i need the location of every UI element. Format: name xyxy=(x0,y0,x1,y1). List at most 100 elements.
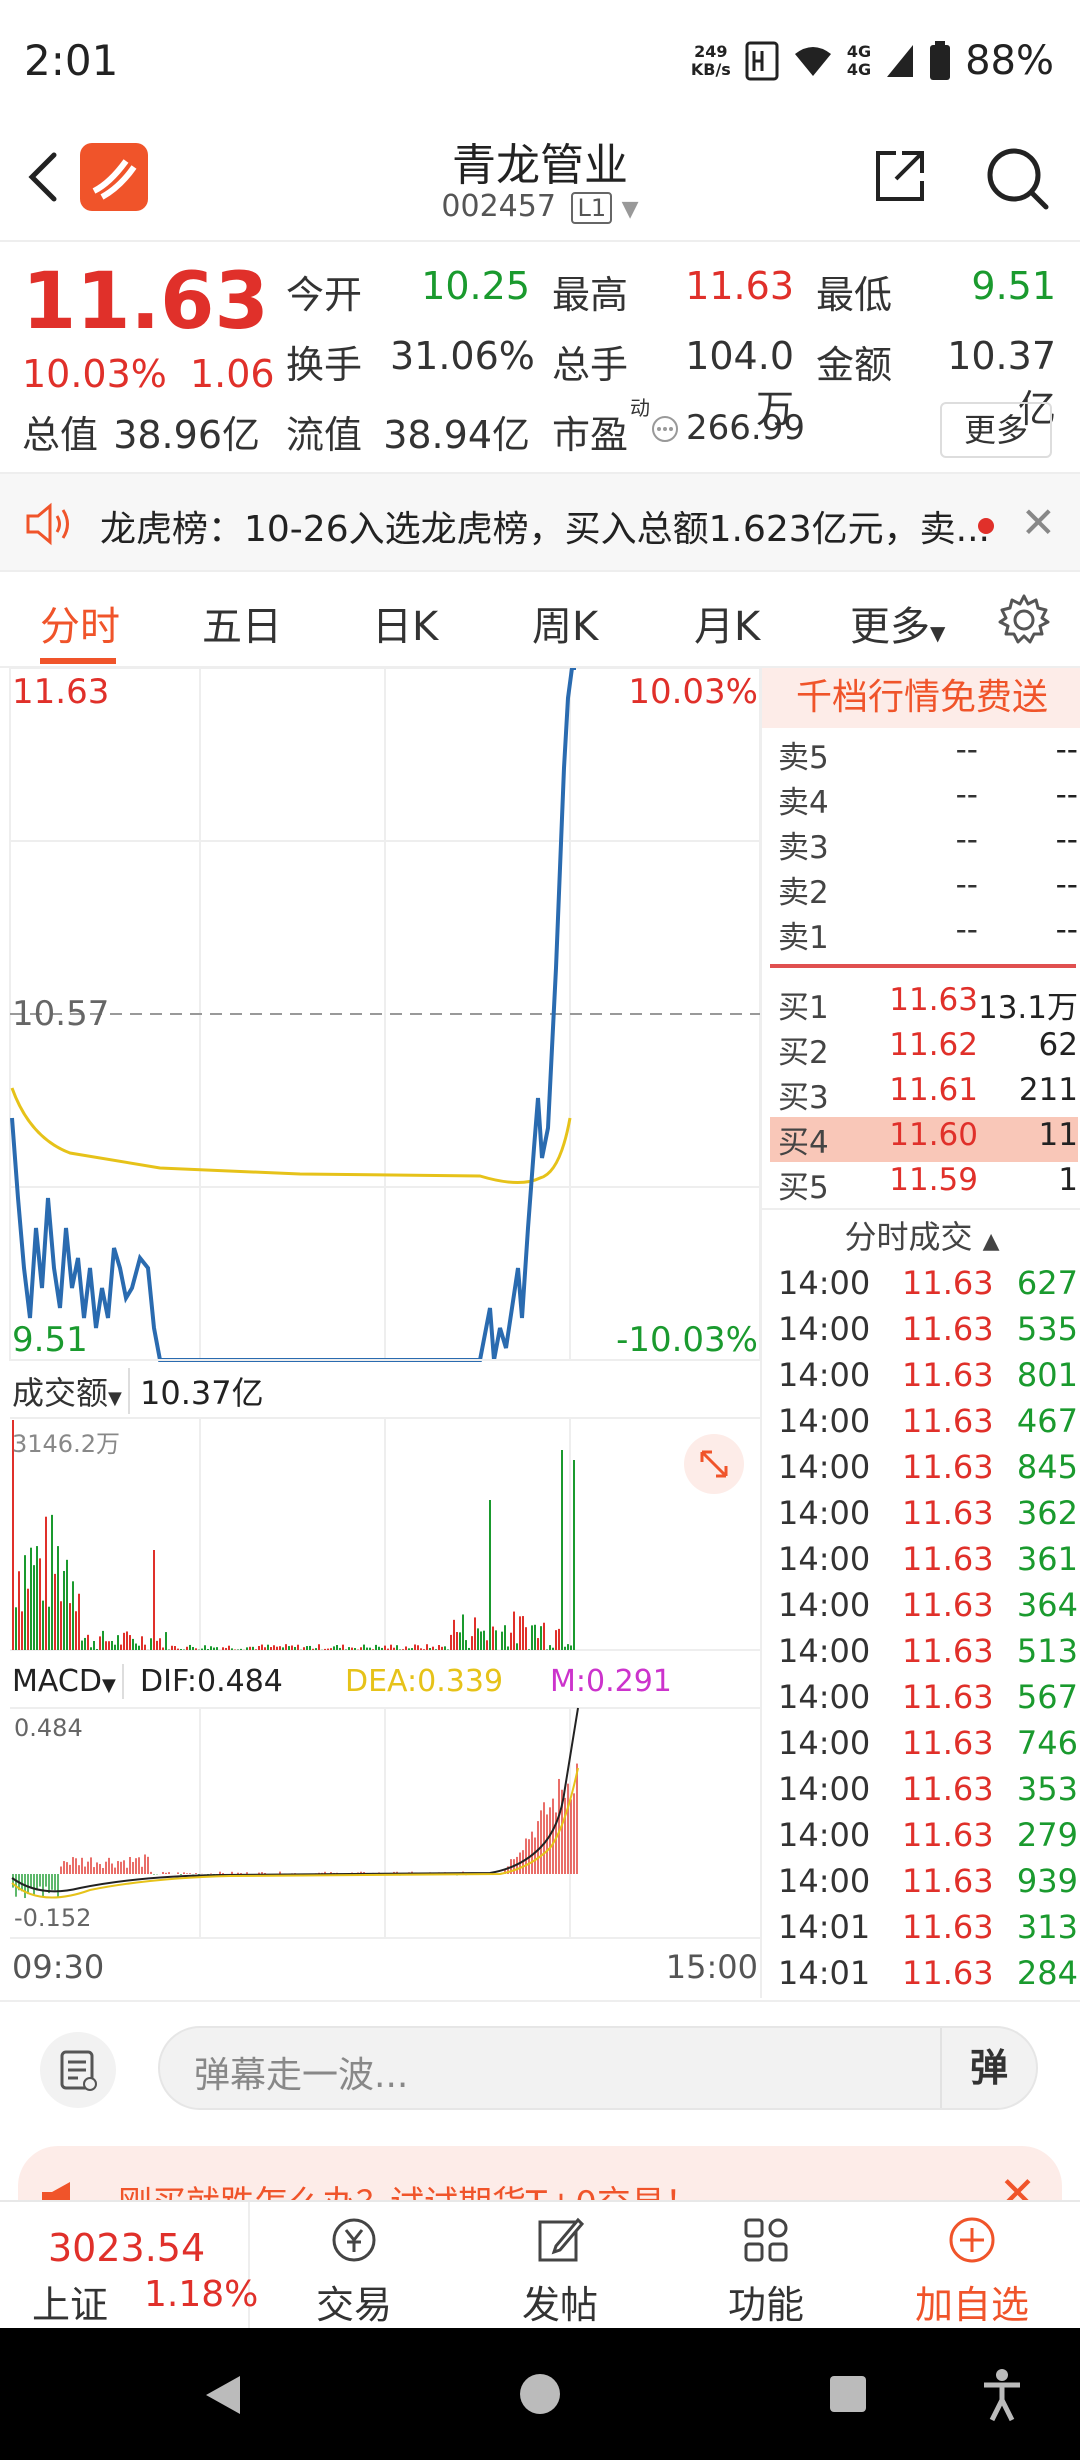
macd-bar xyxy=(90,1857,92,1874)
volume-bar xyxy=(288,1646,290,1650)
net-speed: 249 KB/s xyxy=(690,42,731,79)
volume-bar xyxy=(570,1645,572,1650)
volume-bar xyxy=(228,1645,230,1650)
volume-bar xyxy=(522,1616,524,1650)
macd-bar xyxy=(231,1871,233,1874)
volume-bar xyxy=(15,1607,17,1650)
index-ticker[interactable]: 3023.54 上证 1.18% xyxy=(0,2202,258,2328)
notice-bar[interactable]: 龙虎榜：10-26入选龙虎榜，买入总额1.623亿元，卖... ✕ xyxy=(0,472,1080,572)
average-price-line xyxy=(10,1087,572,1184)
turnover-value: 31.06% xyxy=(390,334,535,378)
volume-bar xyxy=(105,1641,107,1650)
nav-trade[interactable]: 交易 xyxy=(254,2202,454,2328)
macd-bar xyxy=(141,1866,143,1874)
level-badge[interactable]: L1 xyxy=(571,192,613,224)
macd-selector[interactable]: MACD▼ xyxy=(12,1664,124,1699)
volume-bar xyxy=(225,1647,227,1650)
recents-square-icon[interactable] xyxy=(828,2374,868,2414)
close-icon[interactable]: ✕ xyxy=(1021,498,1056,547)
nav-add-watchlist[interactable]: 加自选 xyxy=(872,2202,1072,2328)
macd-bar xyxy=(129,1856,131,1874)
volume-bar xyxy=(210,1646,212,1650)
volume-bar xyxy=(513,1611,515,1650)
nav-functions[interactable]: 功能 xyxy=(666,2202,866,2328)
macd-bar xyxy=(564,1797,566,1874)
accessibility-icon[interactable] xyxy=(980,2368,1024,2422)
share-icon[interactable] xyxy=(870,147,930,207)
volume-bar xyxy=(174,1646,176,1650)
macd-bar xyxy=(102,1867,104,1874)
tab-five-day[interactable]: 五日 xyxy=(202,594,282,652)
volume-bar xyxy=(375,1644,377,1650)
volume-bar xyxy=(384,1645,386,1650)
open-label: 今开 xyxy=(286,273,363,317)
nav-add-watchlist-label: 加自选 xyxy=(914,2283,1029,2327)
macd-bar xyxy=(525,1838,527,1874)
volume-bar xyxy=(252,1646,254,1650)
volume-selector[interactable]: 成交额▼ xyxy=(12,1368,130,1414)
hd-icon xyxy=(745,41,779,81)
danmu-input[interactable]: 弹幕走一波... 弹 xyxy=(158,2026,1038,2110)
volume-bar xyxy=(315,1648,317,1650)
volume-bar xyxy=(306,1646,308,1650)
price-grid xyxy=(9,667,761,1361)
volume-bar xyxy=(330,1648,332,1650)
volume-bar xyxy=(426,1644,428,1650)
signal-bars-icon xyxy=(887,45,914,77)
tab-monthly-k[interactable]: 月K xyxy=(694,594,760,652)
volume-bar xyxy=(495,1630,497,1650)
search-icon[interactable] xyxy=(984,145,1050,211)
level2-promo-banner[interactable]: 千档行情免费送 xyxy=(762,668,1080,728)
macd-grid xyxy=(10,1707,760,1939)
index-name: 上证 xyxy=(32,2283,109,2327)
volume-bar xyxy=(483,1630,485,1650)
home-circle-icon[interactable] xyxy=(518,2372,562,2416)
back-triangle-icon[interactable] xyxy=(200,2372,246,2418)
volume-bar xyxy=(45,1516,47,1650)
tab-daily-k[interactable]: 日K xyxy=(372,594,438,652)
active-tab-indicator xyxy=(40,658,116,664)
macd-bar xyxy=(546,1814,548,1874)
macd-bar xyxy=(75,1858,77,1874)
macd-bar xyxy=(540,1810,542,1874)
volume-bar xyxy=(564,1646,566,1650)
nav-post[interactable]: 发帖 xyxy=(460,2202,660,2328)
volume-bar xyxy=(120,1644,122,1650)
volume-bar xyxy=(213,1647,215,1650)
macd-bar xyxy=(186,1873,188,1874)
volume-bar xyxy=(489,1500,491,1650)
nav-post-label: 发帖 xyxy=(521,2283,598,2327)
gear-icon[interactable] xyxy=(996,592,1052,648)
volume-bar xyxy=(126,1631,128,1650)
more-button[interactable]: 更多 xyxy=(940,402,1052,458)
macd-bar xyxy=(117,1861,119,1874)
tab-more[interactable]: 更多▼ xyxy=(850,594,945,652)
macd-bar xyxy=(150,1871,152,1874)
expand-icon xyxy=(700,1450,728,1478)
volume-bar xyxy=(567,1644,569,1650)
wifi-icon xyxy=(794,47,831,76)
trades-header[interactable]: 分时成交 ▲ xyxy=(762,1212,1080,1258)
tab-intraday[interactable]: 分时 xyxy=(40,594,120,652)
volume-bar xyxy=(420,1648,422,1650)
low-value: 9.51 xyxy=(971,264,1056,308)
danmu-toggle-button[interactable]: 弹 xyxy=(940,2028,1036,2108)
volume-bar xyxy=(216,1647,218,1650)
expand-button[interactable] xyxy=(684,1434,744,1494)
volume-bar xyxy=(534,1624,536,1650)
comment-list-button[interactable] xyxy=(40,2032,116,2108)
volume-bar xyxy=(54,1573,56,1650)
trade-row: 14:00 11.63 361 xyxy=(778,1540,1078,1578)
tab-weekly-k[interactable]: 周K xyxy=(532,594,598,652)
volume-max-label: 3146.2万 xyxy=(12,1430,120,1458)
bottom-nav: 3023.54 上证 1.18% 交易 发帖 功能 加自选 xyxy=(0,2200,1080,2328)
intraday-chart[interactable]: 11.63 10.03% 10.57 9.51 -10.03% 成交额▼ 10.… xyxy=(0,666,761,1998)
macd-bar xyxy=(78,1865,80,1874)
stock-code: 002457 xyxy=(441,189,556,224)
macd-bar xyxy=(144,1854,146,1874)
macd-bar xyxy=(168,1872,170,1874)
danmu-placeholder: 弹幕走一波... xyxy=(194,2055,409,2096)
macd-bar xyxy=(33,1874,35,1896)
volume-bar xyxy=(96,1649,98,1650)
more-dots-icon[interactable] xyxy=(650,414,680,444)
